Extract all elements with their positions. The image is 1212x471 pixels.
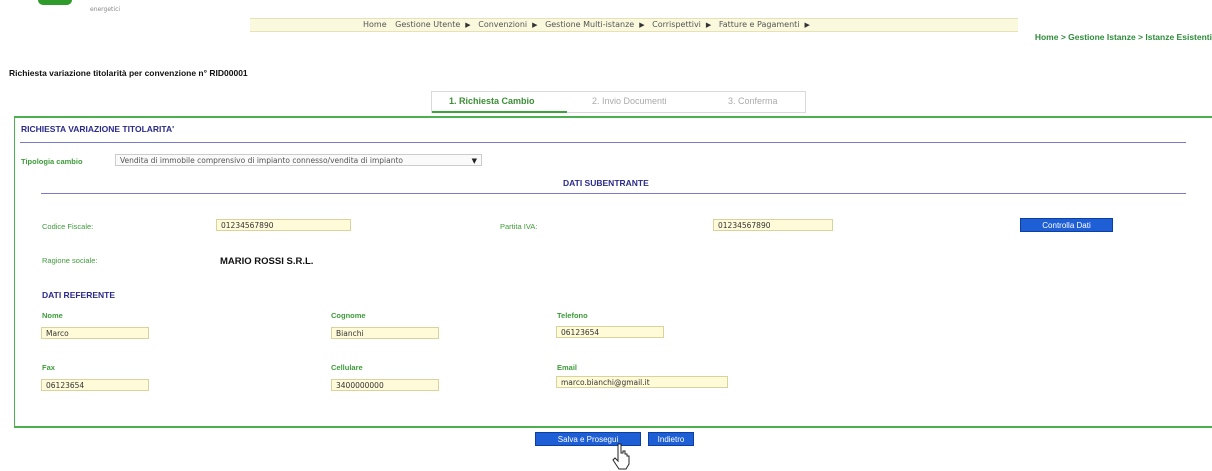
- page-title: Richiesta variazione titolarità per conv…: [9, 68, 248, 78]
- tipologia-select[interactable]: Vendita di immobile comprensivo di impia…: [115, 154, 482, 166]
- menu-arrow-icon: ▶: [804, 21, 810, 29]
- fax-input[interactable]: 06123654: [41, 379, 149, 391]
- email-input[interactable]: marco.bianchi@gmail.it: [556, 376, 728, 388]
- step-richiesta-cambio: 1. Richiesta Cambio: [449, 96, 535, 106]
- fax-label: Fax: [42, 363, 55, 372]
- cognome-label: Cognome: [331, 311, 366, 320]
- panel-title: RICHIESTA VARIAZIONE TITOLARITA': [21, 124, 175, 134]
- codice-fiscale-input[interactable]: 01234567890: [216, 219, 351, 231]
- ragione-sociale-value: MARIO ROSSI S.R.L.: [220, 256, 314, 267]
- menu-item-corrispettivi[interactable]: Corrispettivi: [649, 19, 704, 31]
- menu-item-multi-istanze[interactable]: Gestione Multi-istanze: [542, 19, 637, 31]
- cellulare-input[interactable]: 3400000000: [331, 379, 439, 391]
- chevron-down-icon: ▼: [471, 157, 477, 165]
- telefono-label: Telefono: [557, 311, 588, 320]
- cognome-input[interactable]: Bianchi: [331, 327, 439, 339]
- divider: [20, 142, 1186, 143]
- telefono-input[interactable]: 06123654: [556, 326, 664, 338]
- step-conferma: 3. Conferma: [728, 96, 778, 106]
- top-header: energetici Home Gestione Utente ▶ Convenz…: [0, 0, 1212, 42]
- brand-tagline: energetici: [90, 6, 121, 13]
- menu-item-fatture[interactable]: Fatture e Pagamenti: [716, 19, 803, 31]
- nome-label: Nome: [42, 311, 63, 320]
- controlla-dati-button[interactable]: Controlla Dati: [1020, 218, 1113, 232]
- menu-item-home[interactable]: Home: [250, 19, 390, 31]
- divider: [41, 193, 1186, 194]
- tipologia-value: Vendita di immobile comprensivo di impia…: [120, 156, 403, 165]
- menu-item-convenzioni[interactable]: Convenzioni: [475, 19, 530, 31]
- menu-item-gestione-utente[interactable]: Gestione Utente: [392, 19, 463, 31]
- breadcrumb[interactable]: Home > Gestione Istanze > Istanze Esiste…: [1035, 32, 1212, 42]
- tipologia-label: Tipologia cambio: [21, 157, 83, 166]
- wizard-steps: 1. Richiesta Cambio 2. Invio Documenti 3…: [431, 91, 806, 113]
- menu-arrow-icon: ▶: [705, 21, 712, 29]
- partita-iva-label: Partita IVA:: [500, 222, 538, 231]
- step-invio-documenti: 2. Invio Documenti: [592, 96, 667, 106]
- referente-header: DATI REFERENTE: [42, 290, 116, 300]
- mouse-pointer-icon: [612, 443, 630, 470]
- subentrante-header: DATI SUBENTRANTE: [563, 178, 649, 188]
- menu-arrow-icon: ▶: [465, 21, 471, 29]
- indietro-button[interactable]: Indietro: [648, 432, 694, 446]
- active-step-indicator: [432, 111, 567, 113]
- cellulare-label: Cellulare: [331, 363, 363, 372]
- email-label: Email: [557, 363, 578, 372]
- menu-arrow-icon: ▶: [532, 21, 538, 29]
- menu-arrow-icon: ▶: [639, 21, 645, 29]
- main-menu: Home Gestione Utente ▶ Convenzioni ▶ Gesti…: [250, 18, 1018, 32]
- partita-iva-input[interactable]: 01234567890: [713, 219, 833, 231]
- logo: [38, 0, 72, 5]
- nome-input[interactable]: Marco: [41, 327, 149, 339]
- ragione-sociale-label: Ragione sociale:: [42, 256, 98, 265]
- codice-fiscale-label: Codice Fiscale:: [42, 222, 94, 231]
